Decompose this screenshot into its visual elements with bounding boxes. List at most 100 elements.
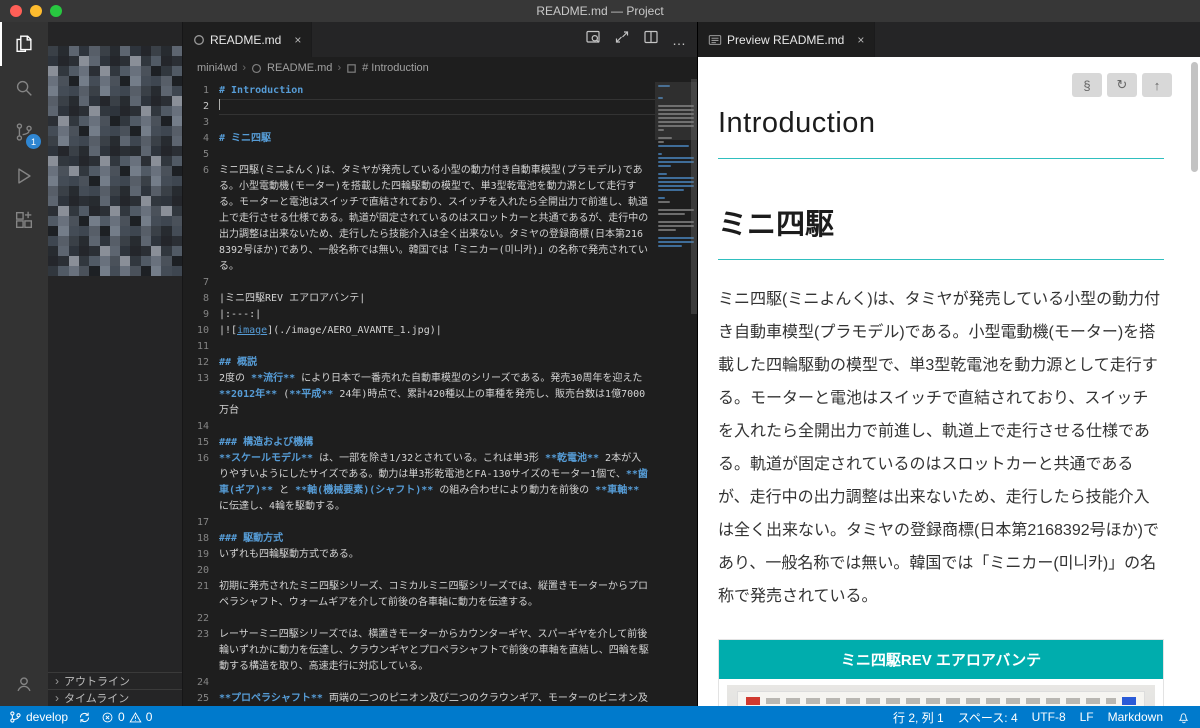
code-line[interactable]: 15 ### 構造および機構 — [183, 435, 655, 451]
warning-icon — [129, 711, 142, 722]
tab-readme[interactable]: README.md × — [183, 22, 313, 57]
code-line[interactable]: 2 — [183, 99, 655, 115]
chevron-right-icon: › — [242, 62, 247, 74]
indentation[interactable]: スペース: 4 — [958, 709, 1018, 726]
code-line[interactable]: 3 — [183, 115, 655, 131]
code-line[interactable]: 10 |![image](./image/AERO_AVANTE_1.jpg)| — [183, 323, 655, 339]
preview-tab-bar: Preview README.md × — [698, 22, 1200, 57]
extensions-icon[interactable] — [0, 198, 48, 242]
refresh-button[interactable]: ↻ — [1107, 73, 1137, 97]
symbol-heading-icon — [346, 63, 357, 74]
markdown-preview[interactable]: § ↻ ↑ Introduction ミニ四駆 ミニ四駆(ミニよんく)は、タミヤ… — [698, 57, 1200, 706]
code-line[interactable]: 16 **スケールモデル** は、一部を除き1/32とされている。これは単3形 *… — [183, 451, 655, 515]
close-tab-icon[interactable]: × — [857, 33, 864, 47]
code-line[interactable]: 17 — [183, 515, 655, 531]
minimize-window-button[interactable] — [30, 5, 42, 17]
logo-mark-red — [746, 697, 760, 705]
code-line[interactable]: 24 — [183, 675, 655, 691]
timeline-label: タイムライン — [64, 693, 130, 705]
error-icon — [102, 712, 113, 722]
open-preview-icon[interactable] — [585, 29, 601, 50]
sync-icon[interactable] — [78, 711, 91, 724]
logo-mark-blue — [1122, 697, 1136, 705]
titlebar[interactable]: README.md — Project — [0, 0, 1200, 22]
code-line[interactable]: 23 レーサーミニ四駆シリーズでは、横置きモーターからカウンターギヤ、スパーギヤを… — [183, 627, 655, 675]
split-editor-icon[interactable] — [643, 29, 659, 50]
tab-label: README.md — [210, 32, 282, 47]
tab-preview[interactable]: Preview README.md × — [698, 22, 876, 57]
encoding[interactable]: UTF-8 — [1032, 710, 1066, 724]
breadcrumb: mini4wd › README.md › # Introduction — [183, 57, 697, 79]
markdown-preview-icon — [708, 33, 722, 47]
code-line[interactable]: 22 — [183, 611, 655, 627]
editor-scrollbar[interactable] — [691, 79, 697, 314]
more-actions-icon[interactable]: … — [672, 32, 687, 48]
language-mode[interactable]: Markdown — [1108, 710, 1163, 724]
code-line[interactable]: 20 — [183, 563, 655, 579]
statusbar-right: 行 2, 列 1 スペース: 4 UTF-8 LF Markdown — [893, 709, 1200, 726]
code-line[interactable]: 7 — [183, 275, 655, 291]
preview-paragraph: ミニ四駆(ミニよんく)は、タミヤが発売している小型の動力付き自動車模型(プラモデ… — [718, 291, 1161, 605]
open-changes-icon[interactable] — [614, 29, 630, 50]
outline-label: アウトライン — [64, 676, 130, 688]
outline-section[interactable]: › アウトライン — [48, 672, 182, 689]
code-line[interactable]: 4 # ミニ四駆 — [183, 131, 655, 147]
code-line[interactable]: 9 |:---:| — [183, 307, 655, 323]
tab-label: Preview README.md — [727, 32, 845, 47]
file-icon — [251, 63, 262, 74]
preview-heading-introduction: Introduction — [718, 107, 1164, 159]
code-line[interactable]: 6 ミニ四駆(ミニよんく)は、タミヤが発売している小型の動力付き自動車模型(プラモ… — [183, 163, 655, 275]
error-count: 0 — [118, 710, 125, 724]
code-line[interactable]: 13 2度の **流行** により日本で一番売れた自動車模型のシリーズである。発売… — [183, 371, 655, 419]
close-tab-icon[interactable]: × — [294, 33, 301, 47]
activity-bar: 1 — [0, 22, 48, 706]
zoom-window-button[interactable] — [50, 5, 62, 17]
code-line[interactable]: 8 |ミニ四駆REV エアロアバンテ| — [183, 291, 655, 307]
chevron-right-icon: › — [55, 691, 59, 705]
chevron-right-icon: › — [337, 62, 342, 74]
breadcrumb-folder[interactable]: mini4wd — [197, 62, 237, 74]
code-line[interactable]: 5 — [183, 147, 655, 163]
explorer-sidebar: › アウトライン › タイムライン — [48, 22, 183, 706]
branch-indicator[interactable]: develop — [8, 710, 68, 724]
code-line[interactable]: 11 — [183, 339, 655, 355]
account-icon[interactable] — [0, 662, 48, 706]
box-top-strip — [737, 691, 1145, 706]
product-photo: ミニ四駆スターターパック ARスピードタイプ(エアロアバンテ) MINI 4WD… — [727, 685, 1155, 706]
code-line[interactable]: 1 # Introduction — [183, 83, 655, 99]
close-window-button[interactable] — [10, 5, 22, 17]
run-debug-icon[interactable] — [0, 154, 48, 198]
code-line[interactable]: 21 初期に発売されたミニ四駆シリーズ、コミカルミニ四駆シリーズでは、縦置きモータ… — [183, 579, 655, 611]
code-line[interactable]: 19 いずれも四輪駆動方式である。 — [183, 547, 655, 563]
scm-badge: 1 — [26, 134, 41, 149]
product-box: ミニ四駆スターターパック ARスピードタイプ(エアロアバンテ) MINI 4WD… — [737, 691, 1145, 706]
timeline-section[interactable]: › タイムライン — [48, 689, 182, 706]
explorer-icon[interactable] — [0, 22, 48, 66]
editor-tab-bar: README.md × … — [183, 22, 697, 57]
problems-indicator[interactable]: 0 0 — [101, 710, 152, 724]
search-icon[interactable] — [0, 66, 48, 110]
code-line[interactable]: 12 ## 概説 — [183, 355, 655, 371]
breadcrumb-file[interactable]: README.md — [267, 62, 332, 74]
bell-icon[interactable] — [1177, 711, 1190, 724]
code-line[interactable]: 14 — [183, 419, 655, 435]
source-control-icon[interactable]: 1 — [0, 110, 48, 154]
breadcrumb-symbol[interactable]: # Introduction — [362, 62, 429, 74]
preview-heading-mini4wd: ミニ四駆 — [718, 201, 1164, 260]
code-line[interactable]: 18 ### 駆動方式 — [183, 531, 655, 547]
scroll-top-button[interactable]: ↑ — [1142, 73, 1172, 97]
preview-scrollbar[interactable] — [1191, 62, 1198, 172]
permalink-button[interactable]: § — [1072, 73, 1102, 97]
branch-name: develop — [26, 710, 69, 724]
workbench: 1 › アウトライン › タイムライン README.md × … mini4w… — [0, 22, 1200, 706]
redacted-files-mosaic — [48, 46, 182, 276]
code-editor[interactable]: 1 # Introduction 2 3 4 # ミニ四駆 5 6 ミニ四駆(ミニよんく)… — [183, 79, 697, 706]
editor-actions: … — [585, 22, 697, 57]
code-line[interactable]: 25 **プロペラシャフト** 両端の二つのピニオン及び二つのクラウンギア、モータ… — [183, 691, 655, 706]
preview-table: ミニ四駆REV エアロアバンテ ミニ四駆スターターパック ARスピードタイプ(エ… — [718, 639, 1164, 706]
status-bar: develop 0 0 行 2, 列 1 スペース: 4 UTF-8 LF Ma… — [0, 706, 1200, 728]
preview-float-buttons: § ↻ ↑ — [1072, 73, 1172, 97]
cursor-position[interactable]: 行 2, 列 1 — [893, 709, 944, 726]
preview-group: Preview README.md × § ↻ ↑ Introduction ミ… — [698, 22, 1200, 706]
eol-indicator[interactable]: LF — [1080, 710, 1094, 724]
